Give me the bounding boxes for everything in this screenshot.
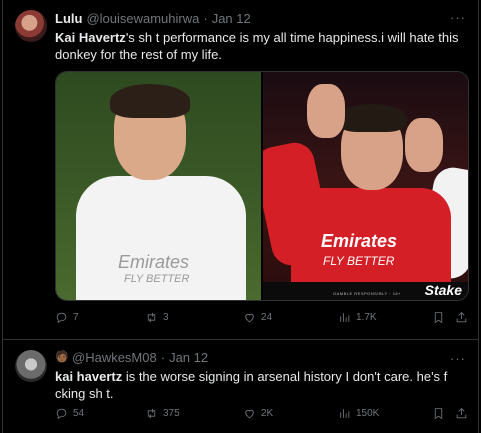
tweet[interactable]: 🧑🏾 @HawkesM08 · Jan 12 ··· kai havertz i… [3,341,478,433]
share-button[interactable] [455,311,473,324]
timeline: Lulu @louisewamuhirwa · Jan 12 ··· Kai H… [2,0,479,433]
reply-count: 7 [73,312,79,323]
like-button[interactable]: 24 [243,311,272,324]
user-handle[interactable]: @louisewamuhirwa [86,11,199,26]
tweet-date[interactable]: Jan 12 [212,11,251,26]
views-icon [340,313,350,322]
share-button[interactable] [455,407,473,420]
photo-right[interactable]: Emirates FLY BETTER GAMBLE RESPONSIBLY ·… [263,72,468,300]
shirt-sponsor-text: Emirates FLY BETTER [118,252,189,285]
like-icon [245,409,254,419]
bookmark-button[interactable] [432,407,450,420]
tweet-header: Lulu @louisewamuhirwa · Jan 12 [55,11,251,26]
retweet-icon [147,408,156,419]
views-icon [340,409,350,418]
tweet-header: 🧑🏾 @HawkesM08 · Jan 12 [55,350,208,365]
tweet-text: Kai Havertz's sh t performance is my all… [55,29,467,63]
retweet-icon [147,312,156,323]
watermark-logo: Stake [424,282,462,298]
retweet-count: 375 [163,408,180,419]
bookmark-button[interactable] [432,311,450,324]
player-hand [405,118,443,172]
separator-dot: · [160,350,166,365]
tweet[interactable]: Lulu @louisewamuhirwa · Jan 12 ··· Kai H… [3,0,478,340]
retweet-count: 3 [163,312,169,323]
tweet-text-bold: kai havertz [55,369,123,384]
retweet-button[interactable]: 375 [145,407,180,420]
player-hair [337,104,407,132]
bookmark-icon [434,312,443,324]
shirt-sponsor-text: Emirates [321,231,398,251]
reply-icon [56,312,67,324]
player-hand [307,84,345,138]
tweet-text: kai havertz is the worse signing in arse… [55,368,467,402]
like-icon [245,313,254,323]
photo-left[interactable]: Emirates FLY BETTER [56,72,261,300]
broadcast-bar-text: GAMBLE RESPONSIBLY · 18+ [333,291,401,296]
more-options-icon[interactable]: ··· [450,351,466,366]
player-hair [110,84,190,118]
user-handle[interactable]: @HawkesM08 [72,350,157,365]
more-options-icon[interactable]: ··· [450,10,466,25]
sponsor-line-2: FLY BETTER [124,273,190,285]
views-button[interactable]: 1.7K [338,311,377,324]
reply-button[interactable]: 7 [55,311,79,324]
views-count: 150K [356,408,380,419]
separator-dot: · [203,11,208,26]
reply-button[interactable]: 54 [55,407,84,420]
like-count: 24 [261,312,273,323]
tweet-actions: 54 375 2K 150K [55,407,469,427]
emoji-display-name[interactable]: 🧑🏾 [55,351,69,364]
avatar[interactable] [15,350,47,382]
tweet-actions: 7 3 24 1.7K [55,311,469,331]
shirt-sponsor-subtext: FLY BETTER [323,254,395,268]
retweet-button[interactable]: 3 [145,311,169,324]
reply-count: 54 [73,408,85,419]
share-icon [456,408,467,419]
reply-icon [56,408,67,420]
bookmark-icon [434,408,443,420]
tweet-text-bold: Kai Havertz [55,30,126,45]
views-count: 1.7K [356,312,377,323]
display-name[interactable]: Lulu [55,11,82,26]
views-button[interactable]: 150K [338,407,379,420]
sponsor-line-1: Emirates [118,252,190,272]
avatar[interactable] [15,10,47,42]
like-button[interactable]: 2K [243,407,273,420]
share-icon [456,312,467,323]
tweet-media[interactable]: Emirates FLY BETTER Emirates FLY BETTER … [55,71,469,301]
tweet-date[interactable]: Jan 12 [169,350,208,365]
like-count: 2K [261,408,274,419]
